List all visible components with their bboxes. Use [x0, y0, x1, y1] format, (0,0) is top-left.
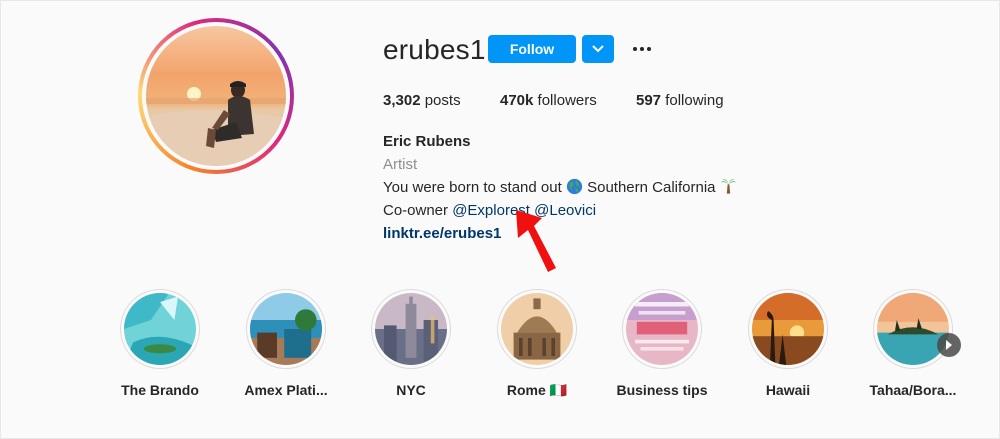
globe-icon: [566, 178, 583, 195]
highlight-label: Rome 🇮🇹: [506, 382, 568, 398]
follow-button[interactable]: Follow: [488, 35, 576, 63]
next-arrow-icon[interactable]: [937, 333, 961, 357]
avatar-photo: [146, 26, 286, 166]
highlight-cover: [752, 293, 824, 365]
category-label: Artist: [383, 156, 418, 173]
highlight-label: Hawaii: [765, 382, 811, 398]
posts-label: posts: [424, 92, 461, 109]
highlight-cover: [375, 293, 447, 365]
followers-link[interactable]: 470k followers: [500, 92, 597, 109]
followers-count: 470k: [500, 92, 534, 109]
highlight-label: Business tips: [616, 382, 708, 398]
palm-tree-icon: [720, 179, 736, 194]
highlight-label: The Brando: [121, 382, 199, 398]
highlight-label: Amex Plati...: [244, 382, 328, 398]
posts-count: 3,302: [383, 92, 421, 109]
full-name: Eric Rubens: [383, 133, 471, 150]
highlight-cover: [877, 293, 949, 365]
bio-location: Southern California: [587, 179, 716, 196]
followers-label: followers: [537, 92, 597, 109]
following-count: 597: [636, 92, 662, 109]
highlight-item[interactable]: Hawaii: [728, 289, 848, 398]
following-label: following: [665, 92, 724, 109]
highlight-label: NYC: [396, 382, 426, 398]
posts-stat: 3,302 posts: [383, 92, 461, 109]
highlight-item[interactable]: The Brando: [100, 289, 220, 398]
more-options-icon[interactable]: [628, 38, 656, 60]
bio-text: You were born to stand out: [383, 179, 562, 196]
suggested-accounts-button[interactable]: [582, 35, 614, 63]
bio-line-1: You were born to stand out Southern Cali…: [383, 176, 737, 199]
red-annotation-arrow: [516, 210, 556, 272]
highlight-item[interactable]: Amex Plati...: [226, 289, 346, 398]
highlight-cover: [250, 293, 322, 365]
profile-avatar[interactable]: [138, 18, 294, 174]
highlight-item[interactable]: Business tips: [602, 289, 722, 398]
profile-username: erubes1: [383, 34, 486, 65]
highlight-item[interactable]: NYC: [351, 289, 471, 398]
bio-coowner-text: Co-owner: [383, 202, 449, 219]
highlight-cover: [501, 293, 573, 365]
highlight-cover: [626, 293, 698, 365]
following-link[interactable]: 597 following: [636, 92, 724, 109]
highlight-label: Tahaa/Bora...: [869, 382, 957, 398]
highlight-item[interactable]: Rome 🇮🇹: [477, 289, 597, 399]
highlight-cover: [124, 293, 196, 365]
chevron-down-icon: [592, 45, 604, 53]
